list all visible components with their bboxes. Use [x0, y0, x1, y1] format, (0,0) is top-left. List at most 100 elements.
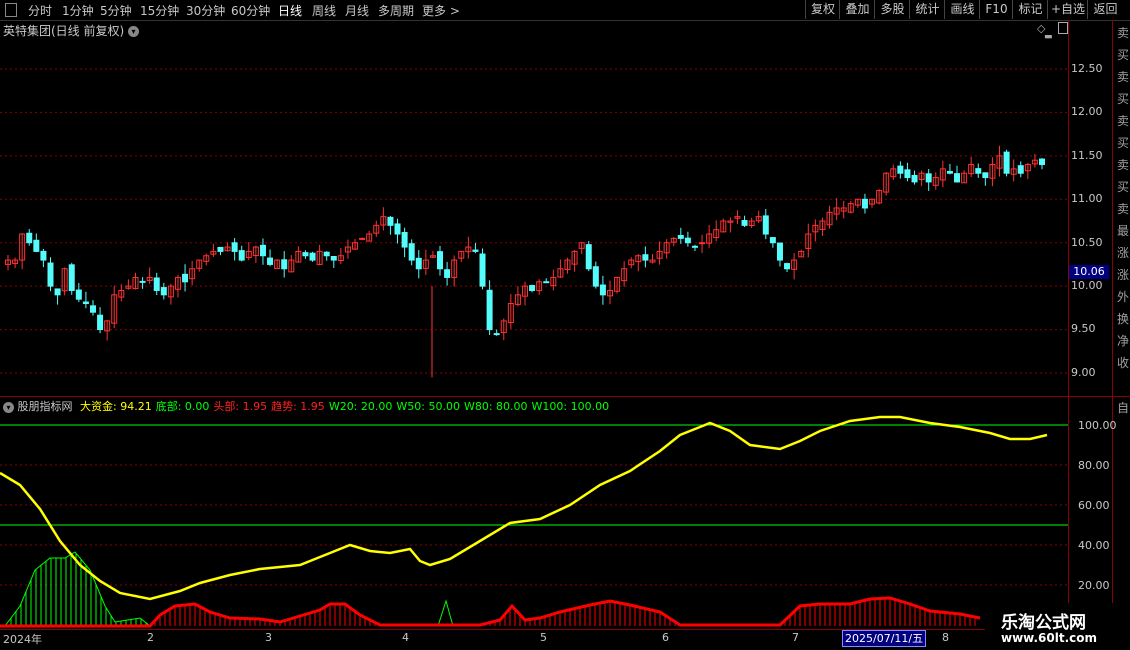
- candle-body: [302, 252, 309, 257]
- candle-body: [437, 251, 444, 270]
- candle-body: [684, 237, 691, 244]
- side-column-label: 卖: [1117, 202, 1130, 216]
- candle-body: [699, 242, 706, 245]
- candle-body: [585, 244, 592, 270]
- price-axis-divider: [1068, 20, 1069, 650]
- candle-body: [217, 246, 224, 252]
- price-gridlines: [0, 68, 1068, 374]
- candle-body: [401, 231, 408, 248]
- candle-body: [493, 333, 500, 336]
- candle-body: [47, 262, 54, 287]
- indicator-name: 股朋指标网: [17, 400, 73, 413]
- legend-item: 大资金: 94.21: [80, 400, 152, 413]
- side-column-label: 卖: [1117, 26, 1130, 40]
- legend-item: 趋势: 1.95: [271, 400, 325, 413]
- candle-body: [394, 223, 401, 235]
- candle-body: [911, 174, 918, 183]
- candle-body: [543, 281, 550, 284]
- indicator-tick: 20.00: [1078, 579, 1110, 592]
- indicator-gridlines: [0, 424, 1068, 586]
- trend-line: [0, 596, 981, 628]
- date-label: 2: [147, 631, 154, 644]
- candle-body: [1017, 165, 1024, 174]
- candle-body: [479, 253, 486, 287]
- candle-body: [82, 301, 89, 305]
- legend-item: W100: 100.00: [531, 400, 610, 413]
- legend-item: 底部: 0.00: [155, 400, 210, 413]
- price-tick: 12.50: [1071, 62, 1103, 75]
- candle-body: [309, 252, 316, 261]
- price-tick: 10.00: [1071, 279, 1103, 292]
- chevron-down-icon[interactable]: ▾: [3, 401, 14, 413]
- bottom-spike: [437, 599, 454, 627]
- candlestick-chart: [0, 68, 1068, 628]
- indicator-side-char: 自: [1117, 401, 1130, 415]
- price-tick: 10.50: [1071, 236, 1103, 249]
- candle-body: [784, 263, 791, 270]
- candle-body: [281, 259, 288, 270]
- candle-body: [259, 244, 266, 257]
- watermark-name: 乐淘公式网: [1001, 613, 1086, 633]
- candle-body: [925, 173, 932, 183]
- candle-body: [677, 235, 684, 239]
- candle-body: [26, 232, 33, 244]
- candle-body: [387, 216, 394, 226]
- indicator-legend: ▾ 股朋指标网 大资金: 94.21 底部: 0.00 头部: 1.95 趋势: 1.…: [3, 398, 609, 414]
- candle-body: [861, 198, 868, 209]
- candle-body: [982, 172, 989, 179]
- price-tick: 11.00: [1071, 192, 1103, 205]
- candle-body: [642, 254, 649, 261]
- price-tick: 11.50: [1071, 149, 1103, 162]
- side-panel-divider: [1112, 20, 1113, 650]
- side-column-label: 卖: [1117, 70, 1130, 84]
- indicator-tick: 100.00: [1078, 419, 1117, 432]
- date-label: 2024年: [3, 633, 42, 646]
- indicator-lines: [0, 415, 1048, 601]
- candle-body: [599, 284, 606, 296]
- candle-body: [1039, 158, 1045, 166]
- candle-body: [529, 285, 536, 291]
- candle-body: [231, 242, 238, 252]
- legend-item: W80: 80.00: [463, 400, 528, 413]
- indicator-legend-items: 大资金: 94.21 底部: 0.00 头部: 1.95 趋势: 1.95 W20: 2…: [76, 400, 609, 413]
- price-tick: 9.50: [1071, 322, 1096, 335]
- price-tick: 9.00: [1071, 366, 1096, 379]
- current-price-marker: 10.06: [1069, 265, 1109, 279]
- candlesticks: [5, 145, 1045, 378]
- side-column-label: 净: [1117, 334, 1130, 348]
- candle-body: [691, 245, 698, 248]
- indicator-tick: 60.00: [1078, 499, 1110, 512]
- candle-body: [97, 314, 104, 331]
- candle-body: [238, 250, 245, 261]
- indicator-tick: 80.00: [1078, 459, 1110, 472]
- side-column-label: 买: [1117, 136, 1130, 150]
- candle-body: [904, 169, 911, 179]
- side-column-label: 最: [1117, 224, 1130, 238]
- legend-item: W20: 20.00: [328, 400, 393, 413]
- candle-body: [139, 280, 146, 283]
- candle-body: [75, 289, 82, 300]
- candle-body: [776, 242, 783, 261]
- side-column-label: 买: [1117, 48, 1130, 62]
- candle-body: [182, 273, 189, 283]
- candle-body: [769, 237, 776, 244]
- indicator-histograms: [0, 551, 981, 628]
- side-column-label: 买: [1117, 180, 1130, 194]
- site-watermark: 乐淘公式网 www.60lt.com: [985, 603, 1130, 650]
- legend-item: W50: 50.00: [396, 400, 460, 413]
- candle-body: [33, 239, 40, 252]
- candle-body: [68, 264, 75, 291]
- watermark-url: www.60lt.com: [1001, 631, 1098, 645]
- date-label: 4: [402, 631, 409, 644]
- candle-body: [89, 305, 96, 313]
- candle-body: [330, 255, 337, 261]
- cursor-date-box: 2025/07/11/五: [842, 630, 927, 647]
- candle-body: [472, 249, 479, 252]
- indicator-tick: 40.00: [1078, 539, 1110, 552]
- candle-body: [486, 289, 493, 331]
- side-column-label: 收: [1117, 356, 1130, 370]
- candle-body: [408, 243, 415, 261]
- candle-body: [54, 288, 61, 296]
- big-money-line: [0, 415, 1048, 601]
- side-column-label: 换: [1117, 312, 1130, 326]
